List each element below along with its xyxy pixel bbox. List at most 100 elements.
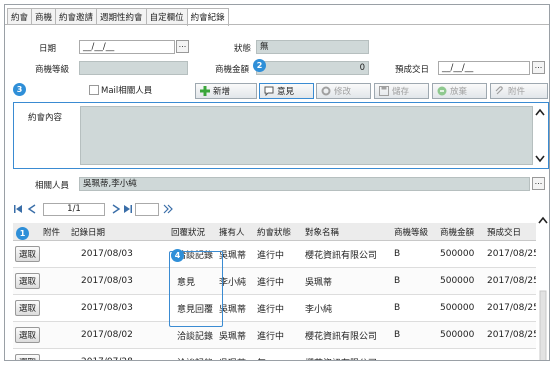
amount-field[interactable]: 0 [256, 61, 369, 75]
table-row[interactable]: 選取 2017/07/28 洽談記錄 吳珮蒂 無 櫻花資訊有限公司 [13, 349, 536, 361]
col-target-name[interactable]: 對象名稱 [305, 223, 339, 240]
save-button[interactable]: 儲存 [374, 83, 429, 99]
tab-custom-fields[interactable]: 自定欄位 [145, 8, 188, 25]
col-appointment-status[interactable]: 約會狀態 [257, 223, 291, 240]
opinion-label: 意見 [277, 87, 295, 97]
appointment-record-panel: 約會 商機 約會邀請 週期性約會 自定欄位 約會紀錄 日期 __/__/__ .… [4, 4, 550, 361]
col-record-date[interactable]: 記錄日期 [71, 223, 105, 240]
date-label: 日期 [39, 44, 57, 54]
callout-badge-2: 2 [253, 59, 266, 72]
tab-invitation[interactable]: 約會邀請 [55, 8, 98, 25]
cell-target: 李小純 [305, 304, 333, 315]
deal-date-field[interactable]: __/__/__ [438, 61, 530, 75]
date-field[interactable]: __/__/__ [79, 40, 175, 54]
cell-deal: 2017/08/25 [487, 330, 536, 340]
table-row[interactable]: 選取 2017/08/03 意見 李小純 進行中 吳珮蒂 B 500000 20… [13, 268, 536, 295]
last-page-icon[interactable] [123, 204, 133, 214]
undo-icon [437, 86, 447, 96]
edit-button[interactable]: 修改 [316, 83, 371, 99]
mail-checkbox[interactable] [89, 85, 99, 95]
related-picker-button[interactable]: ... [532, 177, 545, 190]
cell-owner: 李小純 [219, 277, 247, 288]
page-jump-input[interactable] [135, 202, 159, 216]
tab-recurring[interactable]: 週期性約會 [96, 8, 147, 25]
cell-reply: 洽談記錄 [177, 349, 213, 361]
select-button[interactable]: 選取 [15, 354, 41, 360]
next-page-icon[interactable] [111, 204, 121, 214]
cell-state: 進行中 [257, 277, 285, 288]
plus-icon [200, 86, 210, 96]
callout-badge-3: 3 [13, 83, 26, 96]
cell-level: B [394, 276, 401, 286]
related-label: 相關人員 [35, 181, 70, 191]
col-owner[interactable]: 擁有人 [219, 223, 245, 240]
level-field[interactable] [79, 61, 188, 75]
cell-target: 櫻花資訊有限公司 [305, 331, 378, 342]
tab-divider [5, 24, 549, 25]
scroll-arrows-icon [538, 216, 548, 360]
related-field[interactable]: 吳珮蒂,李小純 [79, 177, 530, 191]
cell-amount: 500000 [440, 276, 475, 286]
cell-deal: 2017/08/25 [487, 303, 536, 313]
cell-owner: 吳珮蒂 [219, 331, 247, 342]
col-attachment[interactable]: 附件 [43, 223, 60, 240]
col-level[interactable]: 商機等級 [394, 223, 428, 240]
tab-opportunity[interactable]: 商機 [31, 8, 57, 25]
pager: 1/1 [13, 201, 173, 217]
cell-deal [487, 349, 536, 360]
col-deal-date[interactable]: 預成交日 [487, 223, 521, 240]
tab-appointment[interactable]: 約會 [7, 8, 33, 25]
deal-date-label: 預成交日 [395, 65, 430, 75]
prev-page-icon[interactable] [27, 204, 37, 214]
cell-amount: 500000 [440, 249, 475, 259]
grid-scrollbar[interactable] [537, 211, 549, 360]
status-label: 狀態 [234, 44, 252, 54]
cell-state: 無 [257, 349, 266, 361]
cell-date: 2017/08/03 [81, 303, 133, 313]
go-page-icon[interactable] [163, 204, 173, 214]
cell-target: 櫻花資訊有限公司 [305, 250, 378, 261]
first-page-icon[interactable] [13, 204, 23, 214]
table-row[interactable]: 選取 2017/08/02 洽談記錄 吳珮蒂 進行中 櫻花資訊有限公司 B 50… [13, 322, 536, 349]
cell-date: 2017/08/03 [81, 276, 133, 286]
select-button[interactable]: 選取 [15, 300, 41, 316]
discard-label: 放棄 [450, 87, 468, 97]
select-button[interactable]: 選取 [15, 273, 41, 289]
page-indicator[interactable]: 1/1 [43, 202, 105, 216]
cell-amount: 500000 [440, 330, 475, 340]
deal-date-picker-button[interactable]: ... [532, 61, 545, 74]
select-button[interactable]: 選取 [15, 327, 41, 343]
col-reply-status[interactable]: 回覆狀況 [171, 223, 205, 240]
content-section: 約會內容 [13, 102, 549, 169]
edit-label: 修改 [334, 87, 352, 97]
paperclip-icon [495, 86, 505, 96]
cell-level: B [394, 330, 401, 340]
date-picker-button[interactable]: ... [176, 40, 189, 53]
table-row[interactable]: 選取 2017/08/03 意見回覆 吳珮蒂 進行中 李小純 B 500000 … [13, 295, 536, 322]
discard-button[interactable]: 放棄 [432, 83, 487, 99]
cell-level: B [394, 303, 401, 313]
cell-amount: 500000 [440, 303, 475, 313]
cell-date: 2017/07/28 [81, 349, 133, 360]
tab-bar: 約會 商機 約會邀請 週期性約會 自定欄位 約會紀錄 [7, 8, 229, 26]
cell-state: 進行中 [257, 250, 285, 261]
cell-owner: 吳珮蒂 [219, 250, 247, 261]
mail-label: Mail相關人員 [101, 86, 153, 96]
status-field[interactable]: 無 [256, 40, 369, 54]
cell-owner: 吳珮蒂 [219, 349, 246, 361]
col-amount[interactable]: 商機金額 [440, 223, 474, 240]
add-button[interactable]: 新增 [195, 83, 257, 99]
cell-state: 進行中 [257, 304, 285, 315]
content-textarea[interactable] [80, 106, 533, 165]
opinion-button[interactable]: 意見 [259, 83, 314, 99]
attachment-label: 附件 [508, 87, 526, 97]
attachment-button[interactable]: 附件 [490, 83, 548, 99]
cell-target: 吳珮蒂 [305, 277, 333, 288]
grid-header: 附件 記錄日期 回覆狀況 擁有人 約會狀態 對象名稱 商機等級 商機金額 預成交… [13, 223, 536, 241]
table-row[interactable]: 選取 2017/08/03 洽談記錄 吳珮蒂 進行中 櫻花資訊有限公司 B 50… [13, 241, 536, 268]
content-scrollbar[interactable] [534, 106, 546, 165]
add-label: 新增 [213, 87, 231, 97]
cell-deal: 2017/08/25 [487, 276, 536, 286]
cell-level: B [394, 249, 401, 259]
select-button[interactable]: 選取 [15, 246, 41, 262]
